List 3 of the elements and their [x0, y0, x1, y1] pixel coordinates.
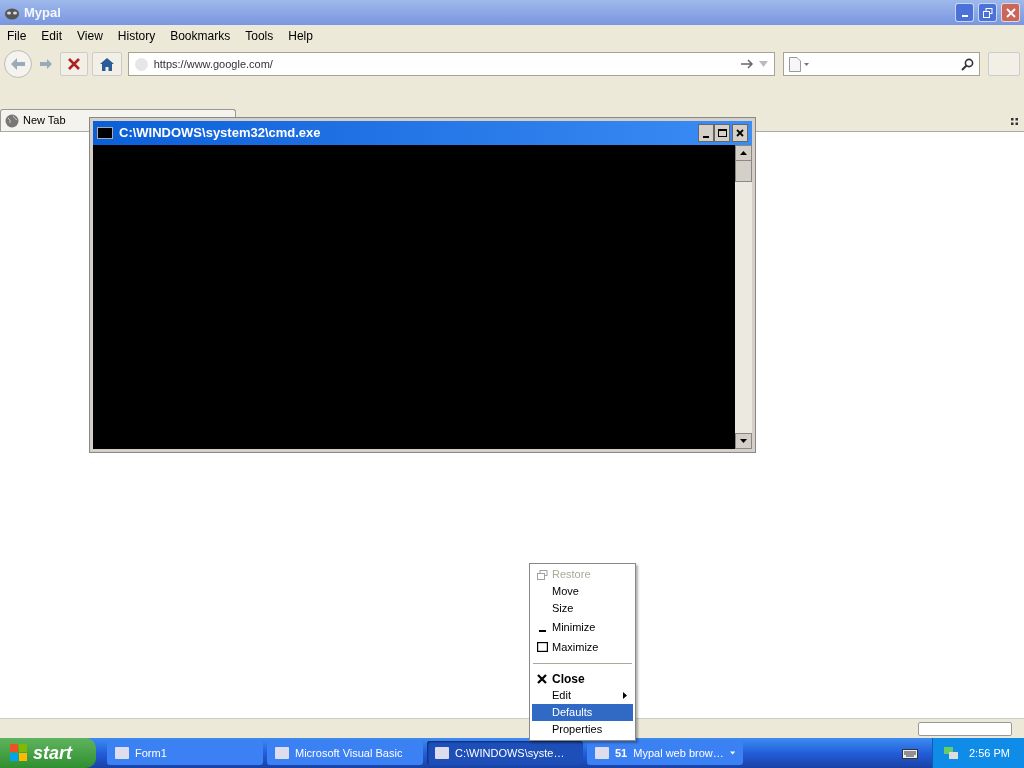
window-title: C:\WINDOWS\system32\cmd.exe — [119, 124, 322, 143]
clock: 2:56 PM — [969, 745, 1010, 761]
window-title: Mypal — [24, 3, 62, 22]
